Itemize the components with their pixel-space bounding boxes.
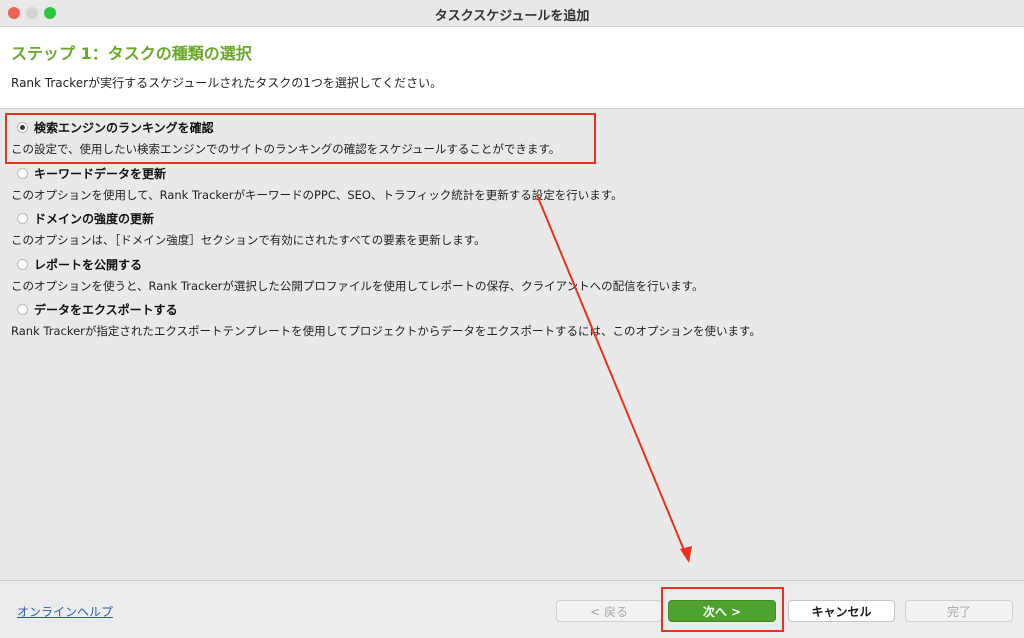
cancel-button[interactable]: キャンセル [788, 600, 895, 622]
wizard-header: ステップ 1：タスクの種類の選択 Rank Trackerが実行するスケジュール… [0, 27, 1024, 109]
wizard-footer: オンラインヘルプ < 戻る 次へ > キャンセル 完了 [0, 580, 1024, 638]
online-help-link[interactable]: オンラインヘルプ [17, 603, 113, 620]
option-update-keyword-data[interactable]: キーワードデータを更新 このオプションを使用して、Rank Trackerがキー… [0, 157, 1000, 203]
option-publish-report[interactable]: レポートを公開する このオプションを使うと、Rank Trackerが選択した公… [0, 248, 1000, 294]
option-description: Rank Trackerが指定されたエクスポートテンプレートを使用してプロジェク… [11, 324, 761, 338]
option-check-rankings[interactable]: 検索エンジンのランキングを確認 この設定で、使用したい検索エンジンでのサイトのラ… [0, 111, 1000, 157]
radio-button-selected[interactable] [17, 122, 28, 133]
radio-button[interactable] [17, 304, 28, 315]
radio-button[interactable] [17, 259, 28, 270]
option-description: このオプションを使用して、Rank TrackerがキーワードのPPC、SEO、… [11, 188, 623, 202]
option-description: この設定で、使用したい検索エンジンでのサイトのランキングの確認をスケジュールする… [11, 142, 561, 156]
option-label[interactable]: ドメインの強度の更新 [34, 210, 154, 227]
title-bar: タスクスケジュールを追加 [0, 0, 1024, 27]
step-title: ステップ 1：タスクの種類の選択 [11, 44, 252, 63]
option-label[interactable]: レポートを公開する [34, 256, 142, 273]
radio-button[interactable] [17, 213, 28, 224]
option-description: このオプションは、［ドメイン強度］セクションで有効にされたすべての要素を更新しま… [11, 233, 486, 247]
window-title: タスクスケジュールを追加 [434, 9, 590, 24]
radio-button[interactable] [17, 168, 28, 179]
back-button[interactable]: < 戻る [556, 600, 662, 622]
option-export-data[interactable]: データをエクスポートする Rank Trackerが指定されたエクスポートテンプ… [0, 293, 1000, 339]
option-label[interactable]: 検索エンジンのランキングを確認 [34, 119, 214, 136]
option-label[interactable]: キーワードデータを更新 [34, 165, 166, 182]
option-update-domain-strength[interactable]: ドメインの強度の更新 このオプションは、［ドメイン強度］セクションで有効にされた… [0, 202, 1000, 248]
finish-button[interactable]: 完了 [905, 600, 1013, 622]
option-label[interactable]: データをエクスポートする [34, 301, 178, 318]
next-button[interactable]: 次へ > [668, 600, 776, 622]
option-description: このオプションを使うと、Rank Trackerが選択した公開プロファイルを使用… [11, 279, 704, 293]
step-description: Rank Trackerが実行するスケジュールされたタスクの1つを選択してくださ… [11, 76, 443, 90]
